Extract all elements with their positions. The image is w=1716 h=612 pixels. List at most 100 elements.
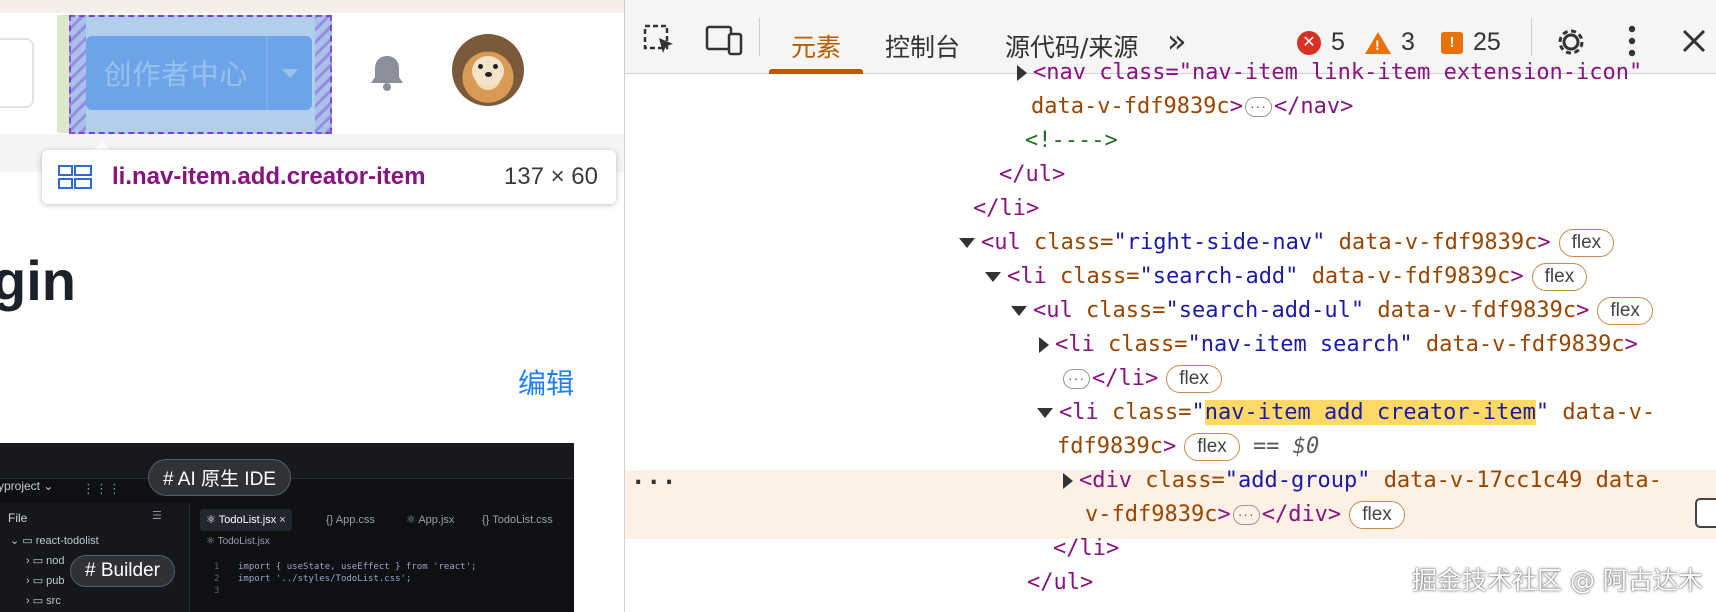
search-input[interactable] — [0, 38, 34, 108]
creator-center-label: 创作者中心 — [103, 58, 249, 91]
issues-counter[interactable]: ! 25 — [1441, 28, 1501, 57]
tab-elements[interactable]: 元素 — [791, 28, 841, 64]
collapse-arrow-icon[interactable] — [1011, 306, 1027, 316]
ide-tab: {} App.css — [326, 514, 375, 526]
dom-close-tag[interactable]: </li> — [973, 192, 1039, 226]
chevron-down-icon[interactable] — [268, 68, 312, 78]
devtools-panel: 元素 控制台 源代码/来源 » ✕ 5 3 ! 25 ··· — [624, 0, 1716, 612]
dom-close-tag[interactable]: </ul> — [1027, 566, 1093, 600]
dom-node[interactable]: <li class="search-add" data-v-fdf9839c> f… — [985, 260, 1588, 294]
dom-text: </li> — [1053, 536, 1120, 561]
expand-arrow-icon[interactable] — [1063, 473, 1073, 489]
tag-name: div — [1092, 468, 1132, 493]
folder-item: › ▭ nod — [26, 555, 65, 567]
ide-screenshot: yproject ⌄ ⋮⋮⋮ File ☰ ⌄ ▭ react-todolist… — [0, 443, 574, 612]
ide-project-selector: yproject ⌄ — [0, 479, 54, 493]
flex-badge[interactable]: flex — [1558, 229, 1615, 257]
flex-badge[interactable]: flex — [1531, 263, 1588, 291]
close-icon[interactable] — [1681, 28, 1707, 54]
avatar-face — [472, 56, 504, 86]
attr-name: class= — [1086, 298, 1166, 323]
code-text: import { useState, useEffect } from 'rea… — [238, 562, 477, 572]
dom-node[interactable]: <ul class="search-add-ul" data-v-fdf9839… — [1011, 294, 1653, 328]
page-title: gin — [0, 249, 76, 312]
tooltip-size: 137 × 60 — [503, 163, 598, 190]
dom-text: </ul> — [1027, 570, 1094, 595]
more-options-icon[interactable] — [1625, 24, 1639, 58]
dom-text: </li> — [973, 196, 1040, 221]
creator-center-button[interactable]: 创作者中心 — [86, 36, 312, 110]
collapse-arrow-icon[interactable] — [1037, 408, 1053, 418]
dom-comment[interactable]: <!----> — [1025, 124, 1118, 158]
dom-node-continuation[interactable]: ··· </li> flex — [1061, 362, 1222, 396]
dom-text: < — [1079, 468, 1093, 493]
attr-value: "right-side-nav" — [1113, 230, 1326, 255]
avatar-eye — [493, 64, 498, 69]
inspect-element-icon[interactable] — [643, 24, 677, 56]
error-counter[interactable]: ✕ 5 — [1297, 28, 1345, 57]
flex-badge[interactable]: flex — [1166, 365, 1222, 393]
highlight-padding-left — [69, 15, 86, 134]
dom-node[interactable]: <ul class="right-side-nav" data-v-fdf983… — [959, 226, 1615, 260]
code-line: 2 import '../styles/TodoList.css'; — [214, 573, 476, 585]
elements-tree: ··· <nav class="nav-item link-item exten… — [625, 60, 1716, 612]
dom-text: </li> — [1092, 366, 1159, 391]
dom-node[interactable]: <div class="add-group" data-v-17cc1c49 d… — [1063, 464, 1662, 498]
webpage-preview: 创作者中心 li.nav-item.add.creator-item 137 ×… — [0, 0, 624, 612]
device-toolbar-icon[interactable] — [705, 24, 743, 56]
builder-badge: # Builder — [70, 555, 175, 587]
warning-count: 3 — [1401, 28, 1415, 56]
ide-code: 1 import { useState, useEffect } from 're… — [214, 561, 476, 597]
ellipsis-badge[interactable]: ··· — [1063, 369, 1090, 389]
dom-node[interactable]: data-v-fdf9839c> ··· </nav> — [1031, 90, 1353, 124]
ide-tab-label: TodoList.css — [492, 514, 553, 526]
dom-node-continuation[interactable]: v-fdf9839c> ··· </div> flex — [1085, 498, 1405, 532]
collapse-arrow-icon[interactable] — [959, 238, 975, 248]
dom-text: <nav class="nav-item link-item extension… — [1033, 60, 1643, 85]
dom-text: > — [1510, 264, 1524, 289]
warning-counter[interactable]: 3 — [1365, 28, 1415, 57]
attr-name: data-v-fdf9839c — [1311, 264, 1511, 289]
attr-name: class= — [1034, 230, 1114, 255]
attr-name: class= — [1145, 468, 1225, 493]
bell-icon[interactable] — [366, 52, 408, 94]
toolbar-separator — [759, 18, 760, 56]
folder-label: src — [46, 595, 61, 607]
dom-node-continuation[interactable]: fdf9839c> flex == $0 — [1057, 430, 1319, 464]
line-number: 2 — [214, 574, 220, 584]
dom-text: < — [981, 230, 995, 255]
ide-breadcrumb: ⚛ TodoList.jsx — [206, 536, 270, 547]
dom-node[interactable]: <nav class="nav-item link-item extension… — [1017, 56, 1642, 90]
dom-node[interactable]: <li class="nav-item search" data-v-fdf98… — [1039, 328, 1638, 362]
attr-value: "nav-item search" — [1187, 332, 1413, 357]
expand-arrow-icon[interactable] — [1039, 337, 1049, 353]
dom-close-tag[interactable]: </li> — [1053, 532, 1119, 566]
attr-name: data-v-17cc1c49 data- — [1383, 468, 1662, 493]
flex-badge[interactable]: flex — [1184, 433, 1240, 461]
line-number: 3 — [214, 586, 220, 596]
dom-node-selected[interactable]: <li class="nav-item add creator-item" da… — [1037, 396, 1655, 430]
gear-icon[interactable] — [1553, 24, 1589, 60]
search-match-highlight: nav-item add creator-item — [1204, 400, 1536, 425]
attr-value: " — [1191, 400, 1205, 425]
console-reference: == $0 — [1253, 434, 1320, 459]
collapse-arrow-icon[interactable] — [985, 272, 1001, 282]
sidebar-toggle-icon[interactable] — [1695, 498, 1716, 528]
node-actions-ellipsis[interactable]: ··· — [631, 468, 677, 496]
avatar[interactable] — [452, 34, 524, 106]
ellipsis-badge[interactable]: ··· — [1232, 505, 1260, 525]
expand-arrow-icon[interactable] — [1017, 65, 1027, 81]
more-tabs-icon[interactable]: » — [1167, 22, 1187, 60]
flex-badge[interactable]: flex — [1349, 501, 1405, 529]
ellipsis-badge[interactable]: ··· — [1244, 97, 1272, 117]
attr-name: data-v-fdf9839c — [1425, 332, 1625, 357]
flex-badge[interactable]: flex — [1597, 297, 1653, 325]
dom-text: > — [1537, 230, 1551, 255]
attr-value: "add-group" — [1224, 468, 1371, 493]
ide-tab: ⚛ App.jsx — [406, 514, 455, 526]
tab-console[interactable]: 控制台 — [885, 28, 960, 64]
dom-close-tag[interactable]: </ul> — [999, 158, 1065, 192]
edit-link[interactable]: 编辑 — [518, 362, 574, 402]
code-line: 3 — [214, 585, 476, 597]
issue-count: 25 — [1473, 28, 1501, 56]
